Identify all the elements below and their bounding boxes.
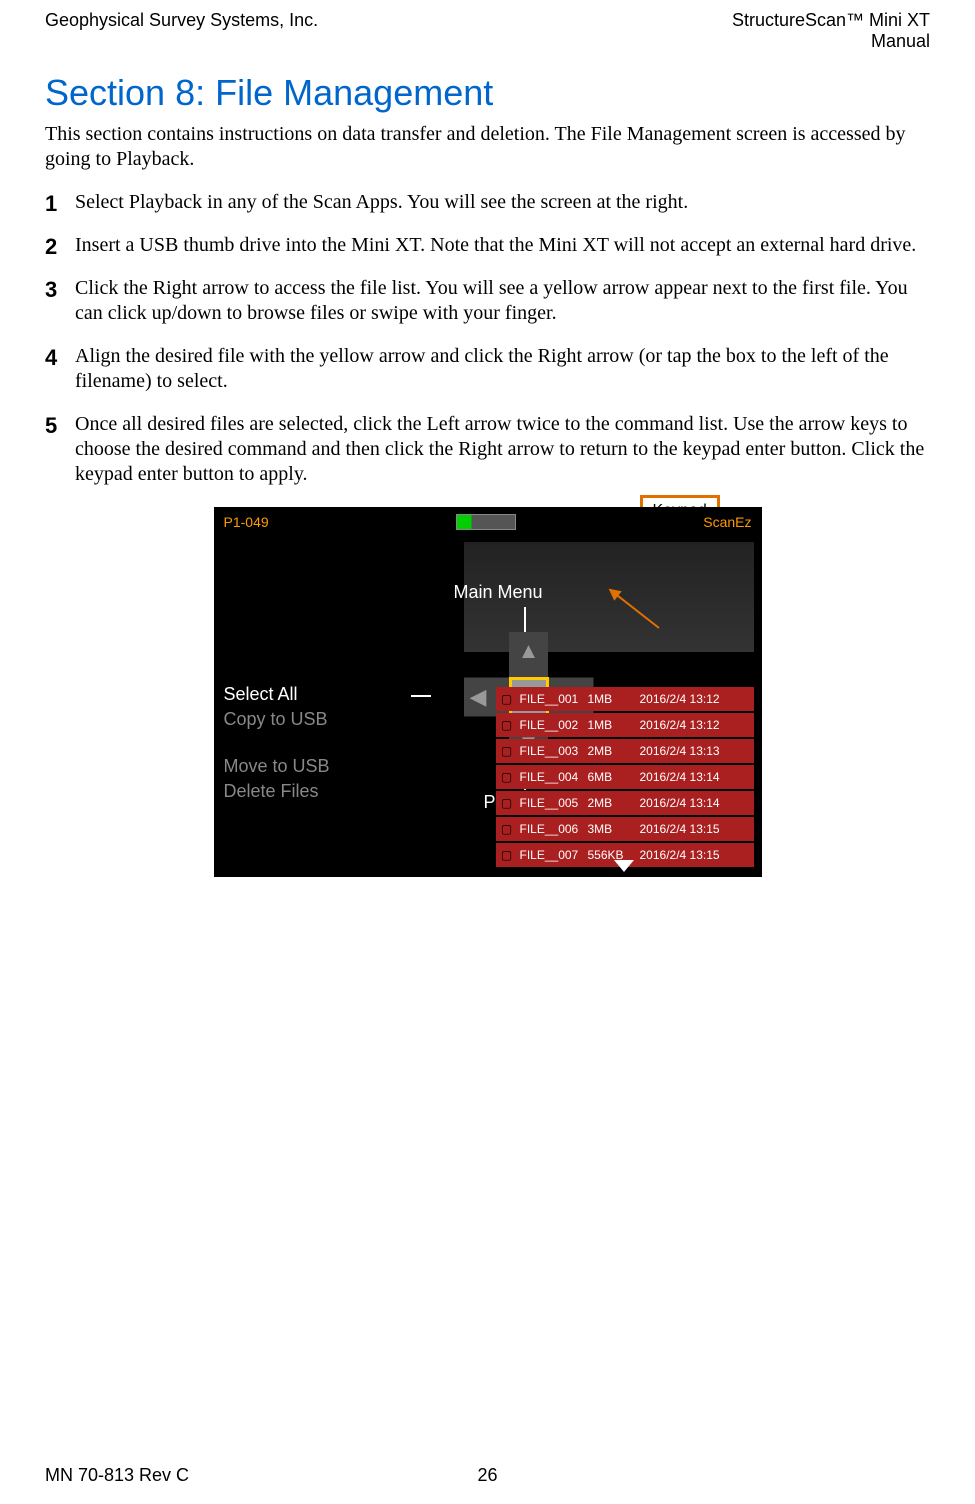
header-right: StructureScan™ Mini XT Manual — [732, 10, 930, 52]
file-size: 1MB — [588, 692, 640, 706]
doc-type: Manual — [732, 31, 930, 52]
cmd-move-usb[interactable]: Move to USB — [224, 754, 330, 779]
file-checkbox[interactable]: ▢ — [496, 822, 518, 836]
device-screenshot: P1-049 ScanEz Main Menu ▲ ▼ ◀ ▶ P — [214, 507, 762, 877]
file-list[interactable]: ▢FILE__0011MB2016/2/4 13:12▢FILE__0021MB… — [496, 687, 754, 869]
file-date: 2016/2/4 13:13 — [640, 744, 754, 758]
connector-line — [524, 607, 526, 632]
file-name: FILE__006 — [518, 822, 588, 836]
project-id: P1-049 — [224, 514, 269, 530]
file-checkbox[interactable]: ▢ — [496, 744, 518, 758]
step-item: Align the desired file with the yellow a… — [45, 344, 930, 394]
page-header: Geophysical Survey Systems, Inc. Structu… — [0, 0, 975, 52]
file-name: FILE__004 — [518, 770, 588, 784]
file-row[interactable]: ▢FILE__0032MB2016/2/4 13:13 — [496, 739, 754, 763]
file-checkbox[interactable]: ▢ — [496, 848, 518, 862]
battery-icon — [456, 514, 516, 530]
file-date: 2016/2/4 13:15 — [640, 822, 754, 836]
arrow-left-icon[interactable]: ◀ — [470, 684, 487, 710]
step-item: Insert a USB thumb drive into the Mini X… — [45, 233, 930, 258]
file-name: FILE__005 — [518, 796, 588, 810]
file-name: FILE__001 — [518, 692, 588, 706]
file-size: 2MB — [588, 796, 640, 810]
file-size: 1MB — [588, 718, 640, 732]
figure-wrap: Keypad Enter Button Command list File Li… — [208, 507, 768, 877]
step-item: Click the Right arrow to access the file… — [45, 276, 930, 326]
doc-id: MN 70-813 Rev C — [45, 1465, 189, 1486]
file-size: 2MB — [588, 744, 640, 758]
cmd-copy-usb[interactable]: Copy to USB — [224, 707, 330, 732]
file-date: 2016/2/4 13:14 — [640, 770, 754, 784]
page-number: 26 — [477, 1465, 497, 1486]
connector-line — [411, 695, 431, 697]
product-name: StructureScan™ Mini XT — [732, 10, 930, 31]
cmd-select-all[interactable]: Select All — [224, 682, 330, 707]
page-content: Section 8: File Management This section … — [0, 52, 975, 877]
app-mode: ScanEz — [703, 514, 751, 530]
file-size: 3MB — [588, 822, 640, 836]
file-checkbox[interactable]: ▢ — [496, 796, 518, 810]
file-date: 2016/2/4 13:15 — [640, 848, 754, 862]
file-row[interactable]: ▢FILE__0063MB2016/2/4 13:15 — [496, 817, 754, 841]
file-checkbox[interactable]: ▢ — [496, 770, 518, 784]
command-list[interactable]: Select All Copy to USB Move to USB Delet… — [224, 682, 330, 804]
file-name: FILE__007 — [518, 848, 588, 862]
cmd-selected-row[interactable] — [224, 732, 330, 754]
file-checkbox[interactable]: ▢ — [496, 718, 518, 732]
file-row[interactable]: ▢FILE__0046MB2016/2/4 13:14 — [496, 765, 754, 789]
scroll-down-icon[interactable] — [614, 860, 634, 872]
page-footer: MN 70-813 Rev C 26 — [0, 1465, 975, 1486]
file-name: FILE__003 — [518, 744, 588, 758]
cmd-delete[interactable]: Delete Files — [224, 779, 330, 804]
status-bar: P1-049 ScanEz — [214, 507, 762, 537]
steps-list: Select Playback in any of the Scan Apps.… — [45, 190, 930, 487]
header-left: Geophysical Survey Systems, Inc. — [45, 10, 318, 52]
section-title: Section 8: File Management — [45, 72, 930, 114]
status-center — [456, 514, 516, 530]
step-item: Once all desired files are selected, cli… — [45, 412, 930, 487]
step-item: Select Playback in any of the Scan Apps.… — [45, 190, 930, 215]
file-date: 2016/2/4 13:14 — [640, 796, 754, 810]
main-menu-label: Main Menu — [454, 582, 543, 603]
intro-paragraph: This section contains instructions on da… — [45, 122, 930, 172]
file-size: 6MB — [588, 770, 640, 784]
file-name: FILE__002 — [518, 718, 588, 732]
file-row[interactable]: ▢FILE__0011MB2016/2/4 13:12 — [496, 687, 754, 711]
file-date: 2016/2/4 13:12 — [640, 718, 754, 732]
file-row[interactable]: ▢FILE__0021MB2016/2/4 13:12 — [496, 713, 754, 737]
file-checkbox[interactable]: ▢ — [496, 692, 518, 706]
arrow-up-icon[interactable]: ▲ — [518, 638, 540, 664]
file-row[interactable]: ▢FILE__0052MB2016/2/4 13:14 — [496, 791, 754, 815]
file-date: 2016/2/4 13:12 — [640, 692, 754, 706]
